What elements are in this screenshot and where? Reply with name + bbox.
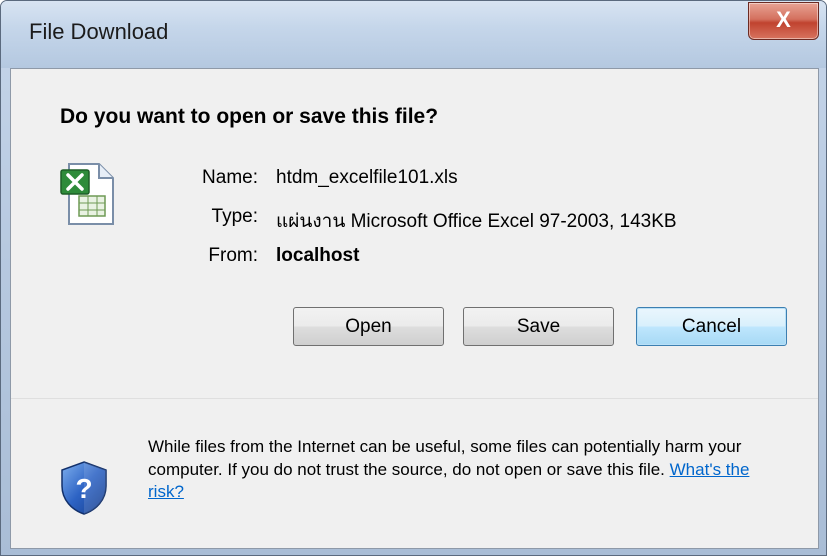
window-title: File Download	[29, 19, 169, 44]
file-download-window: File Download X Do you want to open or s…	[0, 0, 827, 556]
open-button[interactable]: Open	[293, 307, 444, 346]
title-bar[interactable]: File Download X	[1, 1, 826, 68]
warning-panel: ? While files from the Internet can be u…	[11, 399, 818, 548]
name-label: Name:	[202, 167, 258, 188]
type-label: Type:	[211, 206, 258, 227]
from-label: From:	[208, 245, 258, 266]
save-button[interactable]: Save	[463, 307, 614, 346]
close-button[interactable]: X	[748, 2, 819, 40]
file-info-panel: Do you want to open or save this file? N…	[11, 69, 818, 398]
warning-message: While files from the Internet can be use…	[148, 437, 742, 479]
excel-file-icon	[60, 163, 114, 225]
cancel-button[interactable]: Cancel	[636, 307, 787, 346]
file-source: localhost	[276, 245, 360, 266]
security-shield-icon: ?	[61, 461, 107, 515]
file-type: แผ่นงาน Microsoft Office Excel 97-2003, …	[276, 211, 677, 232]
file-name: htdm_excelfile101.xls	[276, 167, 458, 188]
dialog-question: Do you want to open or save this file?	[60, 105, 439, 128]
warning-text: While files from the Internet can be use…	[148, 436, 788, 504]
svg-text:?: ?	[75, 473, 92, 504]
dialog-body: Do you want to open or save this file? N…	[10, 68, 819, 549]
